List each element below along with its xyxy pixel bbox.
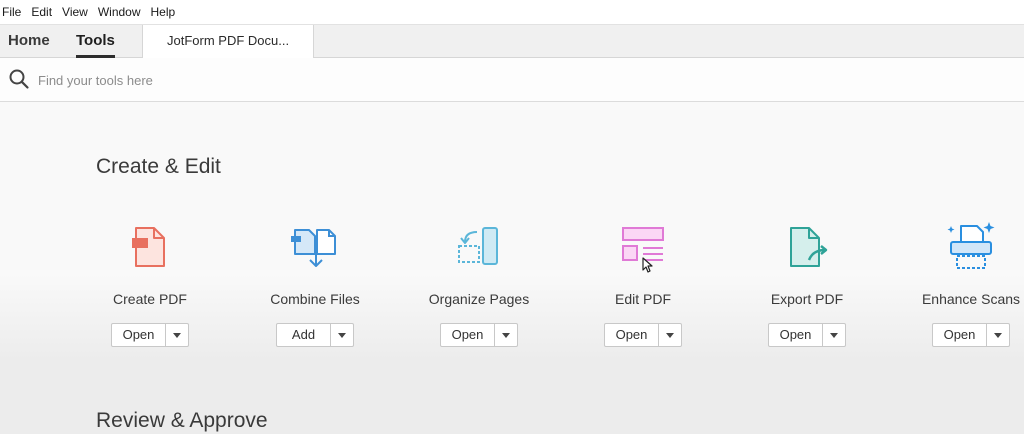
chevron-down-icon xyxy=(830,332,838,338)
tool-action-button: Open xyxy=(604,323,682,347)
dropdown-arrow-button[interactable] xyxy=(823,324,845,346)
organize-pages-icon[interactable] xyxy=(451,218,507,274)
tab-home[interactable]: Home xyxy=(8,25,50,58)
search-icon[interactable] xyxy=(8,68,30,90)
tool-enhance-scans: Enhance Scans Open xyxy=(896,218,1024,358)
menu-edit[interactable]: Edit xyxy=(26,0,57,24)
menu-file[interactable]: File xyxy=(0,0,26,24)
tool-organize-pages: Organize Pages Open xyxy=(404,218,554,358)
tool-action-button: Add xyxy=(276,323,354,347)
section-title-create-edit: Create & Edit xyxy=(96,155,221,178)
dropdown-arrow-button[interactable] xyxy=(987,324,1009,346)
tool-action-button: Open xyxy=(440,323,518,347)
section-title-review-approve: Review & Approve xyxy=(96,409,268,432)
dropdown-arrow-button[interactable] xyxy=(331,324,353,346)
dropdown-arrow-button[interactable] xyxy=(659,324,681,346)
search-input[interactable] xyxy=(36,68,540,92)
menu-bar: File Edit View Window Help xyxy=(0,0,1024,24)
tab-tools[interactable]: Tools xyxy=(76,25,115,58)
tool-label[interactable]: Enhance Scans xyxy=(896,291,1024,307)
tab-document[interactable]: JotForm PDF Docu... xyxy=(142,25,314,58)
tool-export-pdf: Export PDF Open xyxy=(732,218,882,358)
chevron-down-icon xyxy=(173,332,181,338)
combine-files-icon[interactable] xyxy=(287,218,343,274)
tool-create-pdf: Create PDF Open xyxy=(75,218,225,358)
chevron-down-icon xyxy=(502,332,510,338)
tool-label[interactable]: Export PDF xyxy=(732,291,882,307)
chevron-down-icon xyxy=(994,332,1002,338)
tool-action-button: Open xyxy=(768,323,846,347)
tools-panel: Create & Edit Create PDF Open Combine Fi… xyxy=(0,102,1024,434)
menu-window[interactable]: Window xyxy=(93,0,146,24)
create-pdf-icon[interactable] xyxy=(122,218,178,274)
tool-edit-pdf: Edit PDF Open xyxy=(568,218,718,358)
tool-combine-files: Combine Files Add xyxy=(240,218,390,358)
open-button[interactable]: Open xyxy=(605,324,659,346)
tool-action-button: Open xyxy=(932,323,1010,347)
tool-label[interactable]: Combine Files xyxy=(240,291,390,307)
open-button[interactable]: Open xyxy=(769,324,823,346)
tool-label[interactable]: Organize Pages xyxy=(404,291,554,307)
menu-view[interactable]: View xyxy=(57,0,93,24)
add-button[interactable]: Add xyxy=(277,324,331,346)
enhance-scans-icon[interactable] xyxy=(943,218,999,274)
search-bar xyxy=(0,58,1024,102)
dropdown-arrow-button[interactable] xyxy=(495,324,517,346)
tool-label[interactable]: Edit PDF xyxy=(568,291,718,307)
menu-help[interactable]: Help xyxy=(146,0,181,24)
chevron-down-icon xyxy=(666,332,674,338)
open-button[interactable]: Open xyxy=(933,324,987,346)
export-pdf-icon[interactable] xyxy=(779,218,835,274)
open-button[interactable]: Open xyxy=(112,324,166,346)
tool-label[interactable]: Create PDF xyxy=(75,291,225,307)
dropdown-arrow-button[interactable] xyxy=(166,324,188,346)
tool-action-button: Open xyxy=(111,323,189,347)
tab-bar: Home Tools JotForm PDF Docu... xyxy=(0,24,1024,58)
chevron-down-icon xyxy=(338,332,346,338)
edit-pdf-icon[interactable] xyxy=(615,218,671,274)
open-button[interactable]: Open xyxy=(441,324,495,346)
